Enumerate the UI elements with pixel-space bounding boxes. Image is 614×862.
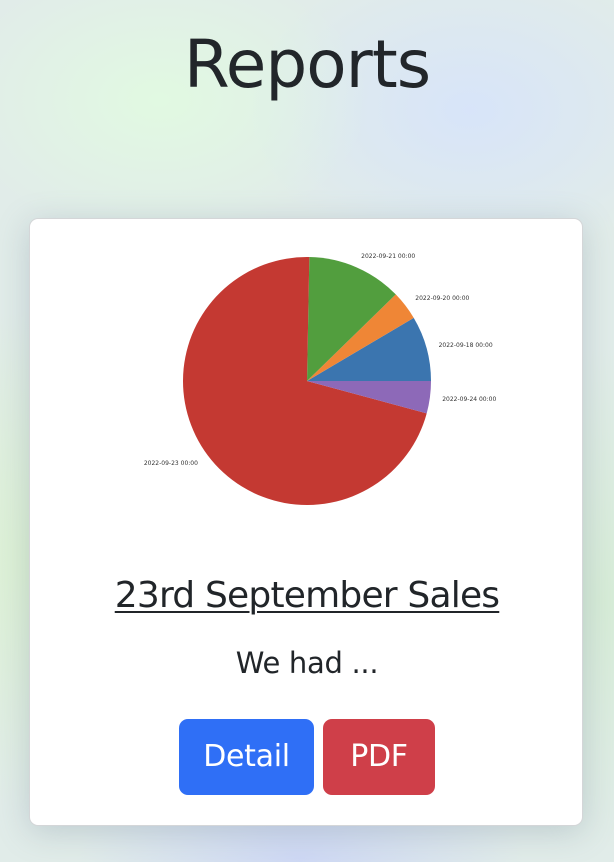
report-summary: We had ... — [235, 646, 379, 680]
pie-slice-label: 2022-09-20 00:00 — [415, 295, 469, 302]
pie-slice-label: 2022-09-18 00:00 — [439, 342, 493, 349]
pie-slice-label: 2022-09-24 00:00 — [442, 396, 496, 403]
page-title: Reports — [183, 26, 431, 103]
report-title-link[interactable]: 23rd September Sales — [115, 575, 500, 616]
pie-slice-label: 2022-09-21 00:00 — [361, 253, 415, 260]
report-pie-chart: 2022-09-18 00:00 2022-09-20 00:00 2022-09-… — [144, 253, 496, 506]
pie-slice-label: 2022-09-23 00:00 — [144, 460, 198, 467]
pdf-button[interactable]: PDF — [323, 719, 435, 795]
report-card: 2022-09-18 00:00 2022-09-20 00:00 2022-09-… — [29, 218, 583, 826]
report-title[interactable]: 23rd September Sales — [30, 571, 584, 621]
detail-button[interactable]: Detail — [179, 719, 314, 795]
